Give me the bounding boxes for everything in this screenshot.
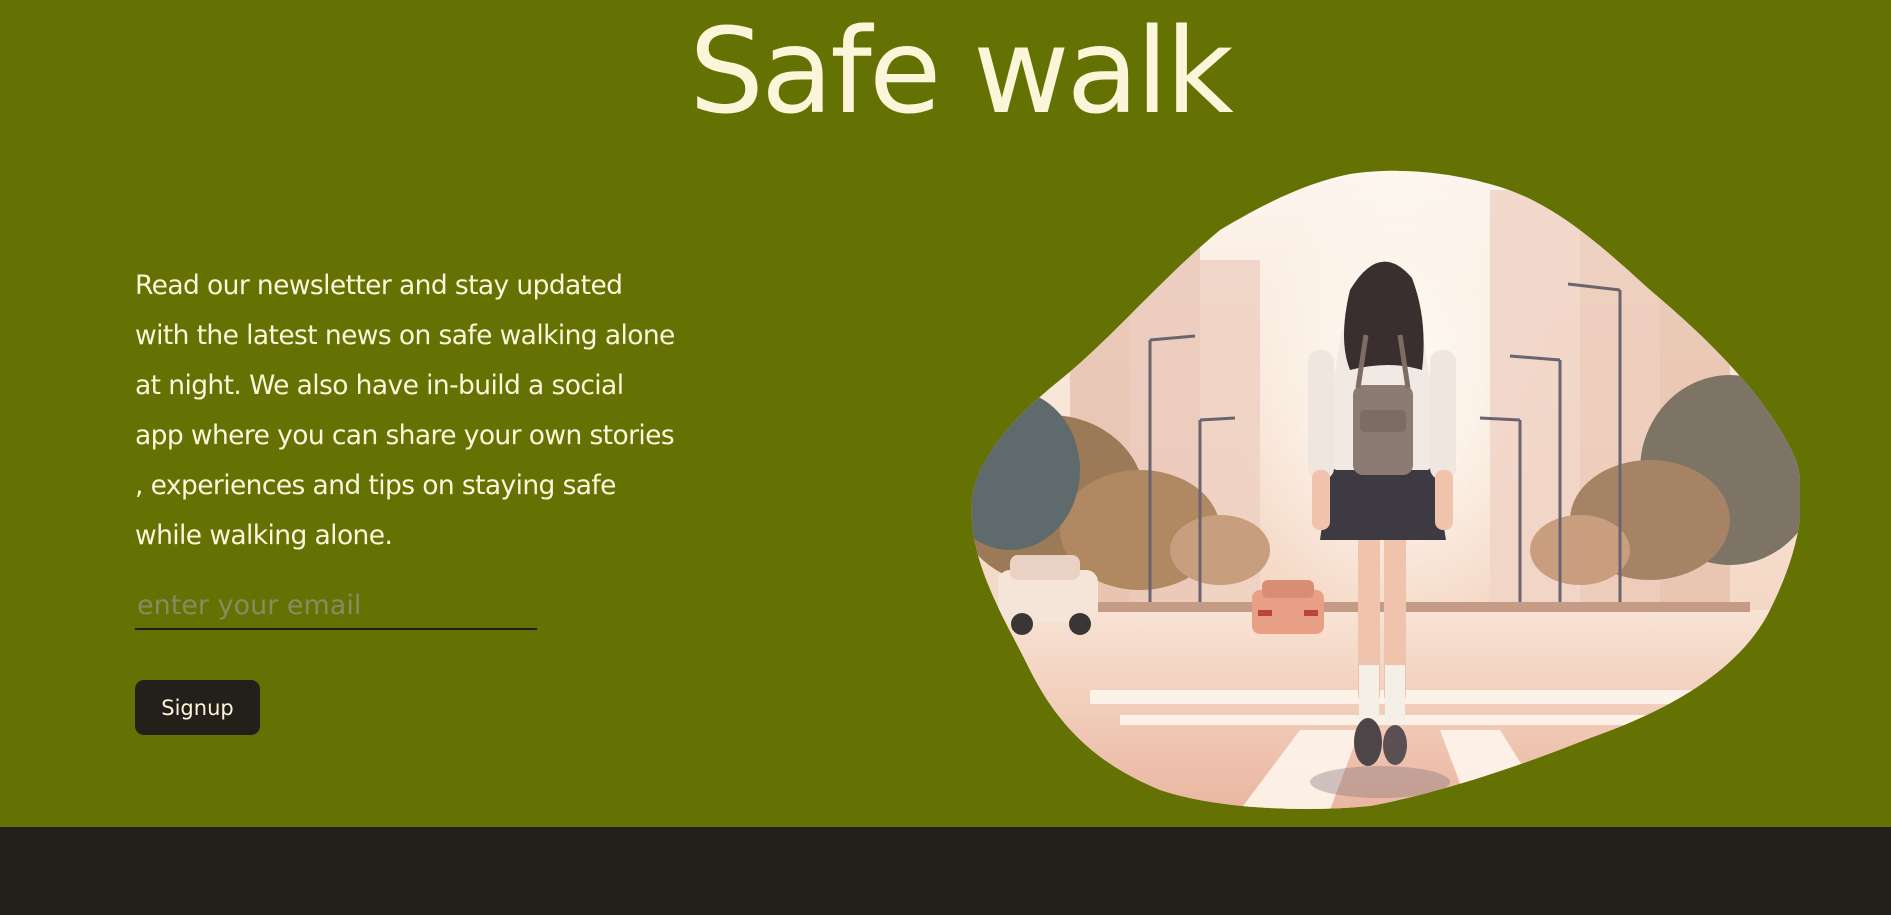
girl-walking-city-illustration [971, 170, 1800, 809]
hero-section: Safe walk Read our newsletter and stay u… [0, 0, 1891, 827]
newsletter-description: Read our newsletter and stay updated wit… [135, 261, 705, 561]
page-footer [0, 827, 1891, 915]
blurb-line: app where you can share your own stories [135, 420, 675, 451]
blurb-line: Read our newsletter and stay updated [135, 270, 623, 301]
blurb-line: while walking alone. [135, 520, 393, 551]
email-field[interactable] [135, 582, 537, 628]
blurb-line: with the latest news on safe walking alo… [135, 320, 675, 351]
page-title: Safe walk [689, 2, 1234, 140]
blurb-line: at night. We also have in-build a social [135, 370, 624, 401]
email-field-underline [135, 582, 537, 630]
blurb-line: , experiences and tips on staying safe [135, 470, 616, 501]
signup-button[interactable]: Signup [135, 680, 260, 735]
